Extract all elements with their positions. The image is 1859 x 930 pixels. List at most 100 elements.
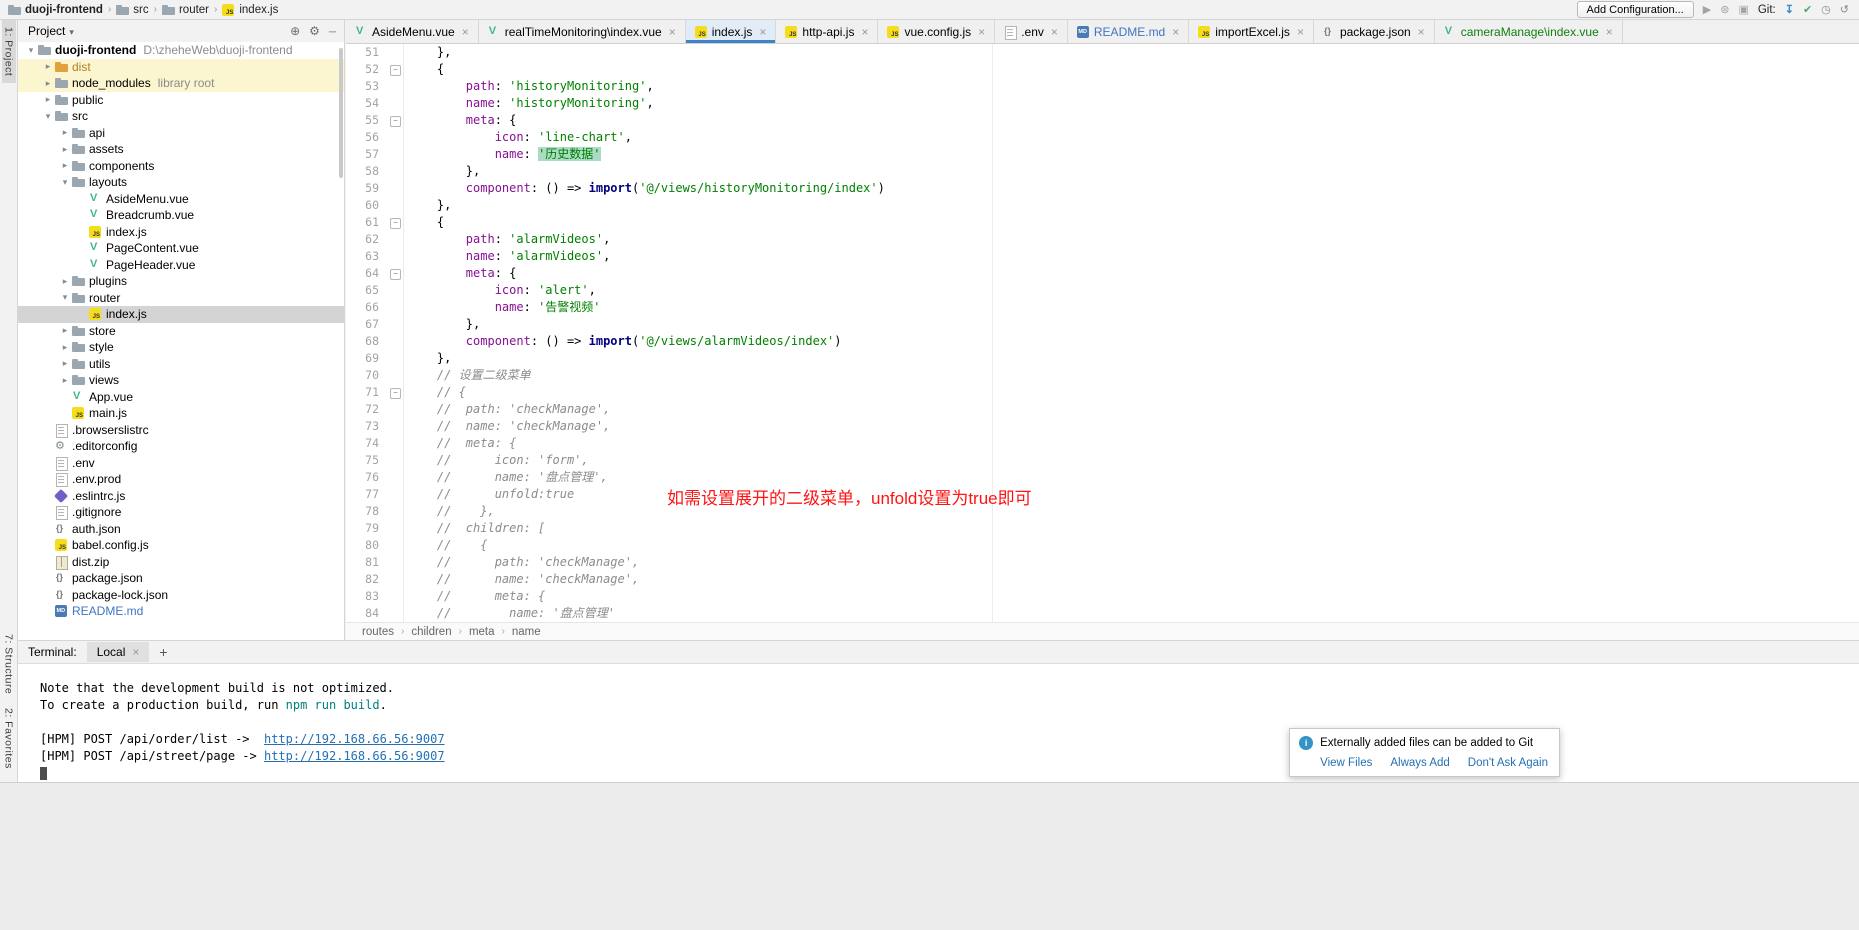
tree-row[interactable]: ▸style [18, 339, 344, 356]
chevron-down-icon[interactable] [69, 24, 74, 38]
tree-row[interactable]: .editorconfig [18, 438, 344, 455]
editor-breadcrumb-item[interactable]: routes [362, 626, 394, 638]
editor-breadcrumb-item[interactable]: children [411, 626, 451, 638]
chevron-right-icon[interactable]: ▸ [41, 78, 55, 89]
chevron-right-icon[interactable]: ▸ [58, 160, 72, 171]
tree-row[interactable]: ▸assets [18, 141, 344, 158]
breadcrumb-item[interactable]: router [162, 4, 209, 16]
tree-row[interactable]: ▸api [18, 125, 344, 142]
tree-row[interactable]: package-lock.json [18, 587, 344, 604]
project-scrollbar-thumb[interactable] [339, 48, 343, 178]
chevron-right-icon[interactable]: ▸ [41, 61, 55, 72]
chevron-right-icon[interactable]: ▸ [58, 144, 72, 155]
editor-tab[interactable]: README.md× [1068, 20, 1189, 43]
tree-row[interactable]: main.js [18, 405, 344, 422]
editor-tab[interactable]: importExcel.js× [1189, 20, 1314, 43]
breadcrumb-item[interactable]: src [116, 4, 148, 16]
tree-row[interactable]: ▸store [18, 323, 344, 340]
tree-row[interactable]: ▸components [18, 158, 344, 175]
tree-row[interactable]: PageContent.vue [18, 240, 344, 257]
debug-icon[interactable] [1720, 2, 1729, 18]
terminal-link[interactable]: http://192.168.66.56:9007 [264, 749, 445, 763]
editor-tab[interactable]: vue.config.js× [878, 20, 995, 43]
chevron-right-icon[interactable]: ▸ [58, 375, 72, 386]
fold-marker-icon[interactable] [388, 265, 404, 282]
fold-marker-icon[interactable] [388, 214, 404, 231]
editor-tab[interactable]: http-api.js× [776, 20, 878, 43]
tree-row[interactable]: ▾duoji-frontendD:\zheheWeb\duoji-fronten… [18, 42, 344, 59]
tree-row[interactable]: ▸views [18, 372, 344, 389]
new-terminal-tab-button[interactable]: + [159, 644, 167, 660]
chevron-right-icon[interactable]: ▸ [58, 342, 72, 353]
tree-row[interactable]: ▸node_moduleslibrary root [18, 75, 344, 92]
chevron-right-icon[interactable]: ▸ [58, 127, 72, 138]
tree-row[interactable]: PageHeader.vue [18, 257, 344, 274]
terminal-output[interactable]: Note that the development build is not o… [18, 664, 1859, 782]
tree-row[interactable]: App.vue [18, 389, 344, 406]
notification-action-link[interactable]: Always Add [1390, 757, 1449, 769]
editor-tab[interactable]: AsideMenu.vue× [346, 20, 479, 43]
coverage-icon[interactable] [1738, 2, 1748, 18]
breadcrumb-item[interactable]: duoji-frontend [8, 4, 103, 16]
tree-row[interactable]: index.js [18, 224, 344, 241]
notification-action-link[interactable]: Don't Ask Again [1468, 757, 1548, 769]
editor-breadcrumb-item[interactable]: meta [469, 626, 495, 638]
tool-window-tab-favorites[interactable]: 2: Favorites [2, 701, 16, 776]
close-icon[interactable]: × [132, 647, 139, 657]
git-update-icon[interactable] [1785, 2, 1794, 18]
close-icon[interactable]: × [1051, 27, 1058, 37]
locate-icon[interactable] [290, 24, 300, 38]
tree-row[interactable]: AsideMenu.vue [18, 191, 344, 208]
tree-row[interactable]: README.md [18, 603, 344, 620]
chevron-right-icon[interactable]: ▸ [41, 94, 55, 105]
notification-action-link[interactable]: View Files [1320, 757, 1372, 769]
hide-icon[interactable] [329, 24, 336, 38]
close-icon[interactable]: × [1172, 27, 1179, 37]
chevron-down-icon[interactable]: ▾ [24, 45, 38, 56]
chevron-down-icon[interactable]: ▾ [58, 177, 72, 188]
close-icon[interactable]: × [462, 27, 469, 37]
tree-row[interactable]: dist.zip [18, 554, 344, 571]
close-icon[interactable]: × [861, 27, 868, 37]
tree-row[interactable]: Breadcrumb.vue [18, 207, 344, 224]
tree-row[interactable]: ▾src [18, 108, 344, 125]
tool-window-tab-project[interactable]: 1: Project [2, 20, 16, 83]
editor-tab[interactable]: cameraManage\index.vue× [1435, 20, 1623, 43]
editor-tab[interactable]: package.json× [1314, 20, 1435, 43]
close-icon[interactable]: × [1297, 27, 1304, 37]
breadcrumb-item[interactable]: index.js [222, 4, 278, 16]
fold-marker-icon[interactable] [388, 112, 404, 129]
tree-row[interactable]: package.json [18, 570, 344, 587]
settings-icon[interactable] [309, 24, 320, 38]
history-icon[interactable] [1821, 2, 1831, 18]
git-commit-icon[interactable] [1803, 2, 1812, 18]
tree-row[interactable]: babel.config.js [18, 537, 344, 554]
tree-row[interactable]: auth.json [18, 521, 344, 538]
chevron-right-icon[interactable]: ▸ [58, 325, 72, 336]
add-configuration-button[interactable]: Add Configuration... [1577, 1, 1694, 18]
fold-marker-icon[interactable] [388, 61, 404, 78]
close-icon[interactable]: × [669, 27, 676, 37]
chevron-down-icon[interactable]: ▾ [58, 292, 72, 303]
project-view-selector[interactable]: Project [28, 24, 65, 38]
terminal-link[interactable]: http://192.168.66.56:9007 [264, 732, 445, 746]
run-icon[interactable] [1703, 2, 1711, 18]
tree-row[interactable]: ▾layouts [18, 174, 344, 191]
close-icon[interactable]: × [1606, 27, 1613, 37]
tree-row[interactable]: ▸utils [18, 356, 344, 373]
tree-row[interactable]: .env.prod [18, 471, 344, 488]
close-icon[interactable]: × [1418, 27, 1425, 37]
tree-row[interactable]: .env [18, 455, 344, 472]
editor-tab[interactable]: realTimeMonitoring\index.vue× [479, 20, 686, 43]
code-area[interactable]: 51 },52 {53 path: 'historyMonitoring',54… [346, 44, 1859, 622]
tree-row[interactable]: .browserslistrc [18, 422, 344, 439]
editor-tab[interactable]: index.js× [686, 20, 777, 43]
tree-row[interactable]: .gitignore [18, 504, 344, 521]
editor-breadcrumb-item[interactable]: name [512, 626, 541, 638]
chevron-right-icon[interactable]: ▸ [58, 358, 72, 369]
tree-row[interactable]: ▾router [18, 290, 344, 307]
tree-row[interactable]: .eslintrc.js [18, 488, 344, 505]
chevron-down-icon[interactable]: ▾ [41, 111, 55, 122]
terminal-tab-local[interactable]: Local × [87, 642, 150, 662]
revert-icon[interactable] [1840, 2, 1849, 18]
